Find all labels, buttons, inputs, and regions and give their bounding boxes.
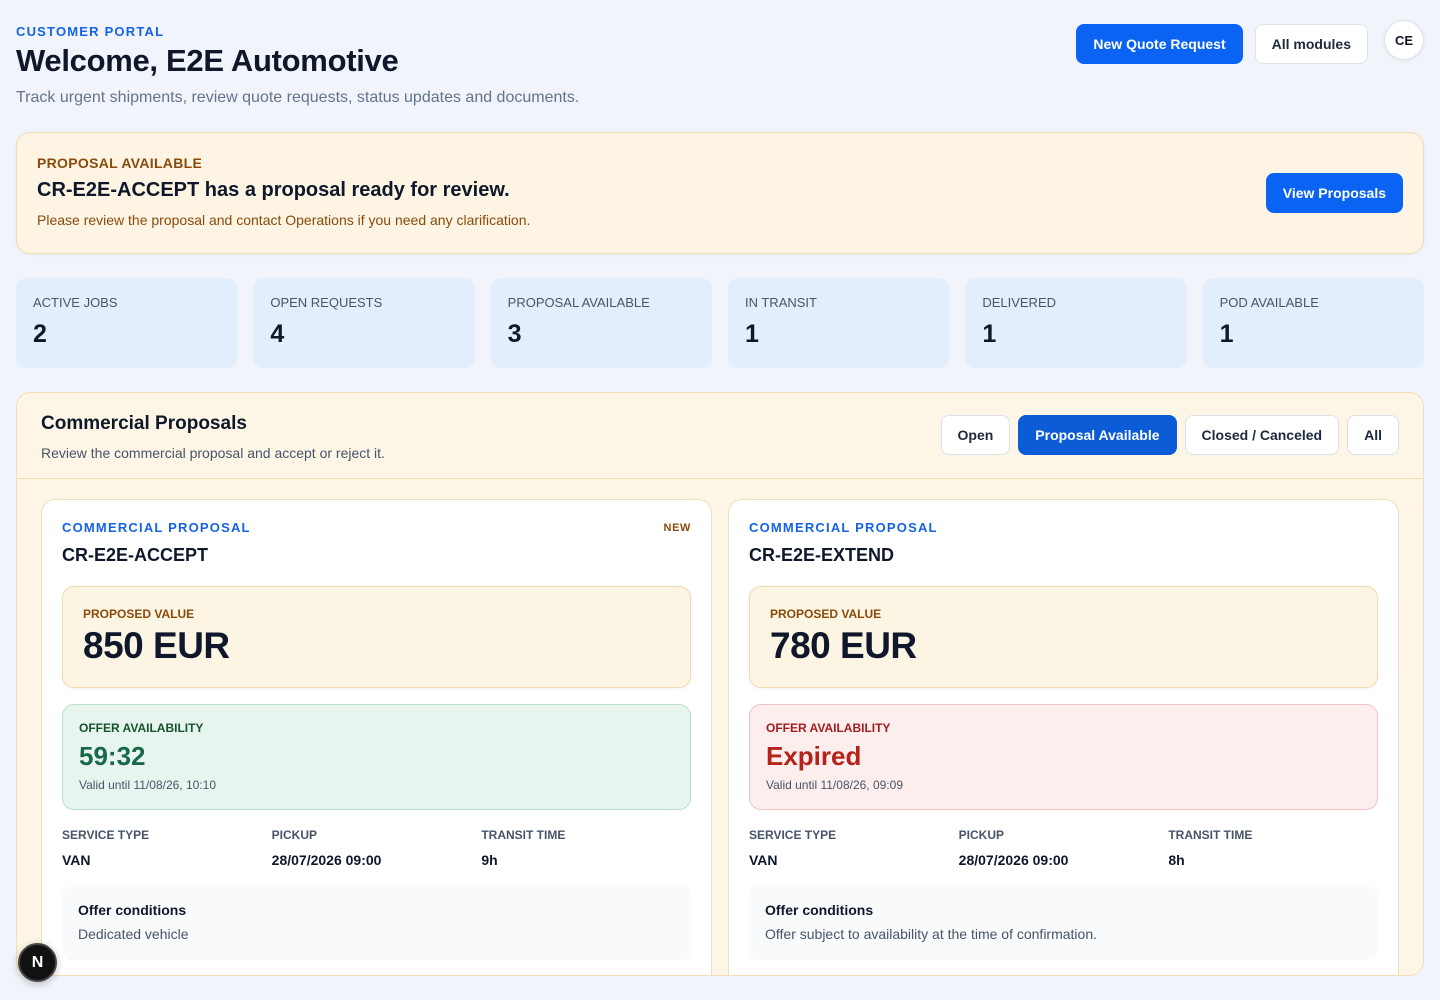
stat-label: PROPOSAL AVAILABLE — [507, 295, 650, 310]
availability-label: OFFER AVAILABILITY — [766, 721, 891, 735]
offer-conditions: Offer conditions Offer subject to availa… — [749, 886, 1378, 960]
card-eyebrow: COMMERCIAL PROPOSAL — [62, 520, 251, 535]
detail-service-type: SERVICE TYPE VAN — [62, 828, 272, 868]
stat-delivered[interactable]: DELIVERED 1 — [965, 278, 1187, 368]
stat-label: POD AVAILABLE — [1219, 295, 1319, 310]
filter-open-button[interactable]: Open — [940, 415, 1011, 455]
filter-all-button[interactable]: All — [1347, 415, 1399, 455]
card-reference: CR-E2E-EXTEND — [749, 545, 895, 565]
detail-value: 9h — [481, 852, 498, 868]
filter-closed-canceled-button[interactable]: Closed / Canceled — [1184, 415, 1340, 455]
proposed-value-box: PROPOSED VALUE 780 EUR — [749, 586, 1378, 688]
detail-label: SERVICE TYPE — [749, 828, 837, 842]
proposal-cards: COMMERCIAL PROPOSAL NEW CR-E2E-ACCEPT PR… — [41, 499, 1399, 975]
stat-value: 2 — [33, 320, 47, 348]
new-badge: NEW — [663, 522, 691, 534]
page-header: CUSTOMER PORTAL Welcome, E2E Automotive … — [16, 20, 1424, 114]
detail-transit-time: TRANSIT TIME 9h — [481, 828, 691, 868]
detail-pickup: PICKUP 28/07/2026 09:00 — [272, 828, 482, 868]
stats-row: ACTIVE JOBS 2 OPEN REQUESTS 4 PROPOSAL A… — [16, 278, 1424, 368]
detail-label: PICKUP — [271, 828, 318, 842]
stat-value: 1 — [744, 320, 759, 348]
stat-value: 4 — [270, 320, 285, 348]
availability-countdown: 59:32 — [79, 741, 146, 771]
filter-proposal-available-button[interactable]: Proposal Available — [1018, 415, 1177, 455]
detail-label: SERVICE TYPE — [62, 828, 150, 842]
valid-until: Valid until 11/08/26, 10:10 — [79, 778, 216, 792]
proposal-filters: Open Proposal Available Closed / Cancele… — [940, 415, 1399, 455]
detail-transit-time: TRANSIT TIME 8h — [1168, 828, 1378, 868]
stat-value: 1 — [1219, 320, 1234, 348]
value-label: PROPOSED VALUE — [770, 607, 882, 621]
valid-until: Valid until 11/08/26, 09:09 — [766, 778, 903, 792]
all-modules-button[interactable]: All modules — [1254, 24, 1368, 64]
proposal-details: SERVICE TYPE VAN PICKUP 28/07/2026 09:00… — [749, 828, 1378, 868]
avatar[interactable]: CE — [1384, 20, 1424, 60]
stat-label: OPEN REQUESTS — [270, 295, 383, 310]
offer-conditions: Offer conditions Dedicated vehicle — [62, 886, 691, 960]
stat-value: 3 — [507, 320, 522, 348]
detail-service-type: SERVICE TYPE VAN — [749, 828, 959, 868]
section-header: Commercial Proposals Review the commerci… — [17, 393, 1423, 479]
detail-value: 8h — [1168, 852, 1185, 868]
page-subtitle: Track urgent shipments, review quote req… — [16, 89, 580, 106]
conditions-text: Dedicated vehicle — [78, 926, 189, 942]
stat-label: DELIVERED — [982, 295, 1057, 310]
view-proposals-button[interactable]: View Proposals — [1265, 173, 1403, 213]
card-reference: CR-E2E-ACCEPT — [62, 545, 209, 565]
detail-pickup: PICKUP 28/07/2026 09:00 — [959, 828, 1169, 868]
header-actions: New Quote Request All modules CE — [1076, 20, 1424, 64]
value-label: PROPOSED VALUE — [83, 607, 195, 621]
offer-availability-box: OFFER AVAILABILITY 59:32 Valid until 11/… — [62, 704, 691, 810]
proposal-card-extend[interactable]: COMMERCIAL PROPOSAL CR-E2E-EXTEND PROPOS… — [728, 499, 1399, 975]
proposal-card-accept[interactable]: COMMERCIAL PROPOSAL NEW CR-E2E-ACCEPT PR… — [41, 499, 712, 975]
detail-label: TRANSIT TIME — [481, 828, 566, 842]
proposed-value: 780 EUR — [770, 625, 917, 666]
offer-availability-box: OFFER AVAILABILITY Expired Valid until 1… — [749, 704, 1378, 810]
detail-label: TRANSIT TIME — [1168, 828, 1253, 842]
detail-value: 28/07/2026 09:00 — [958, 852, 1069, 868]
stat-label: ACTIVE JOBS — [33, 295, 118, 310]
stat-pod-available[interactable]: POD AVAILABLE 1 — [1202, 278, 1424, 368]
proposal-details: SERVICE TYPE VAN PICKUP 28/07/2026 09:00… — [62, 828, 691, 868]
stat-open-requests[interactable]: OPEN REQUESTS 4 — [253, 278, 475, 368]
detail-label: PICKUP — [958, 828, 1005, 842]
banner-eyebrow: PROPOSAL AVAILABLE — [37, 155, 203, 171]
detail-value: 28/07/2026 09:00 — [271, 852, 382, 868]
conditions-text: Offer subject to availability at the tim… — [765, 926, 1098, 942]
stat-label: IN TRANSIT — [744, 295, 817, 310]
new-quote-request-button[interactable]: New Quote Request — [1076, 24, 1243, 64]
stat-in-transit[interactable]: IN TRANSIT 1 — [727, 278, 950, 368]
proposal-banner: PROPOSAL AVAILABLE CR-E2E-ACCEPT has a p… — [16, 132, 1424, 254]
dev-tools-badge[interactable]: N — [18, 943, 57, 982]
conditions-title: Offer conditions — [765, 902, 874, 918]
stat-value: 1 — [982, 320, 997, 348]
availability-label: OFFER AVAILABILITY — [79, 721, 204, 735]
detail-value: VAN — [749, 852, 778, 868]
stat-proposal-available[interactable]: PROPOSAL AVAILABLE 3 — [490, 278, 712, 368]
banner-title: CR-E2E-ACCEPT has a proposal ready for r… — [37, 179, 510, 201]
banner-text: Please review the proposal and contact O… — [37, 212, 531, 228]
proposed-value-box: PROPOSED VALUE 850 EUR — [62, 586, 691, 688]
customer-portal-page: CUSTOMER PORTAL Welcome, E2E Automotive … — [16, 0, 1424, 1000]
detail-value: VAN — [62, 852, 91, 868]
proposed-value: 850 EUR — [83, 625, 230, 666]
availability-expired: Expired — [766, 741, 862, 771]
commercial-proposals-section: Commercial Proposals Review the commerci… — [16, 392, 1424, 976]
card-eyebrow: COMMERCIAL PROPOSAL — [749, 520, 938, 535]
stat-active-jobs[interactable]: ACTIVE JOBS 2 — [16, 278, 238, 368]
conditions-title: Offer conditions — [78, 902, 187, 918]
